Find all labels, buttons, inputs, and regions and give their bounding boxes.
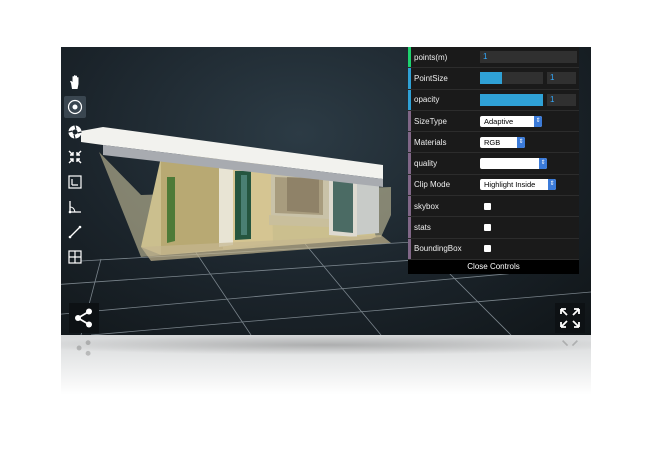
materials-select[interactable]: RGB ⇕: [480, 136, 525, 148]
materials-label: Materials: [414, 137, 447, 147]
clip-mode-selected: Highlight Inside: [484, 180, 536, 190]
point-size-label: PointSize: [414, 73, 448, 83]
row-stripe: [408, 196, 411, 217]
chevron-updown-icon: ⇕: [548, 179, 556, 191]
bounding-box-row: BoundingBox: [408, 238, 579, 260]
fullscreen-icon-reflection: [562, 340, 578, 347]
stats-checkbox[interactable]: [484, 224, 491, 232]
materials-selected: RGB: [484, 137, 501, 147]
angle-measure-icon: [68, 201, 81, 214]
materials-row: Materials RGB ⇕: [408, 132, 579, 154]
collapse-tool[interactable]: [64, 146, 86, 168]
frame-tool[interactable]: [64, 171, 86, 193]
row-stripe: [408, 68, 411, 89]
navigate-tool[interactable]: [64, 71, 86, 93]
point-size-row: PointSize 1: [408, 68, 579, 90]
row-stripe: [408, 47, 411, 68]
shadow: [61, 335, 591, 355]
opacity-slider[interactable]: [480, 93, 543, 106]
stats-row: stats: [408, 217, 579, 239]
tool-bar: [64, 71, 86, 271]
close-controls-button[interactable]: Close Controls: [408, 259, 579, 274]
chevron-updown-icon: ⇕: [517, 136, 525, 148]
points-row: points(m) 1: [408, 47, 579, 69]
points-input[interactable]: 1: [480, 51, 577, 64]
building-point-cloud: [81, 127, 391, 261]
opacity-value[interactable]: 1: [547, 93, 576, 106]
share-icon: [75, 308, 92, 328]
stats-label: stats: [414, 223, 431, 233]
distance-tool[interactable]: [64, 221, 86, 243]
line-measure-icon: [68, 225, 82, 239]
chevron-updown-icon: ⇕: [534, 115, 542, 127]
size-type-row: SizeType Adaptive ⇕: [408, 110, 579, 133]
fullscreen-button[interactable]: [555, 303, 585, 333]
clip-mode-select[interactable]: Highlight Inside ⇕: [480, 179, 556, 191]
chevron-updown-icon: ⇕: [539, 158, 547, 170]
bounding-box-label: BoundingBox: [414, 244, 462, 254]
controls-panel: points(m) 1 PointSize 1 opacity 1 SizeTy…: [408, 47, 579, 274]
skybox-label: skybox: [414, 201, 439, 211]
points-label: points(m): [414, 52, 448, 62]
size-type-label: SizeType: [414, 116, 447, 126]
quality-select[interactable]: ⇕: [480, 158, 547, 170]
crop-frame-icon: [68, 175, 82, 189]
size-type-selected: Adaptive: [484, 116, 514, 126]
share-button[interactable]: [69, 303, 99, 333]
row-stripe: [408, 217, 411, 238]
eye-icon: [67, 99, 83, 115]
hand-icon: [70, 75, 79, 89]
row-stripe: [408, 153, 411, 174]
clip-mode-label: Clip Mode: [414, 180, 451, 190]
opacity-row: opacity 1: [408, 89, 579, 111]
row-stripe: [408, 238, 411, 259]
row-stripe: [408, 174, 411, 196]
row-stripe: [408, 132, 411, 153]
skybox-checkbox[interactable]: [484, 202, 491, 210]
slider-fill: [480, 72, 503, 85]
point-size-value[interactable]: 1: [547, 72, 576, 85]
collapse-arrows-icon: [68, 150, 82, 164]
fullscreen-icon: [560, 308, 580, 328]
point-size-slider[interactable]: [480, 72, 543, 85]
aperture-tool[interactable]: [64, 121, 86, 143]
size-type-select[interactable]: Adaptive ⇕: [480, 115, 542, 127]
bounding-box-checkbox[interactable]: [484, 245, 491, 253]
row-stripe: [408, 110, 411, 132]
grid-tool[interactable]: [64, 246, 86, 268]
view-tool[interactable]: [64, 96, 86, 118]
point-cloud-viewer[interactable]: points(m) 1 PointSize 1 opacity 1 SizeTy…: [61, 47, 591, 335]
aperture-icon: [68, 125, 82, 139]
quality-label: quality: [414, 159, 438, 169]
clip-mode-row: Clip Mode Highlight Inside ⇕: [408, 174, 579, 197]
row-stripe: [408, 89, 411, 110]
opacity-label: opacity: [414, 95, 440, 105]
viewer-reflection: [61, 335, 591, 395]
slider-fill: [480, 93, 543, 106]
grid-icon: [68, 250, 82, 264]
skybox-row: skybox: [408, 196, 579, 218]
share-icon-reflection: [76, 340, 91, 356]
quality-row: quality ⇕: [408, 153, 579, 175]
angle-tool[interactable]: [64, 196, 86, 218]
